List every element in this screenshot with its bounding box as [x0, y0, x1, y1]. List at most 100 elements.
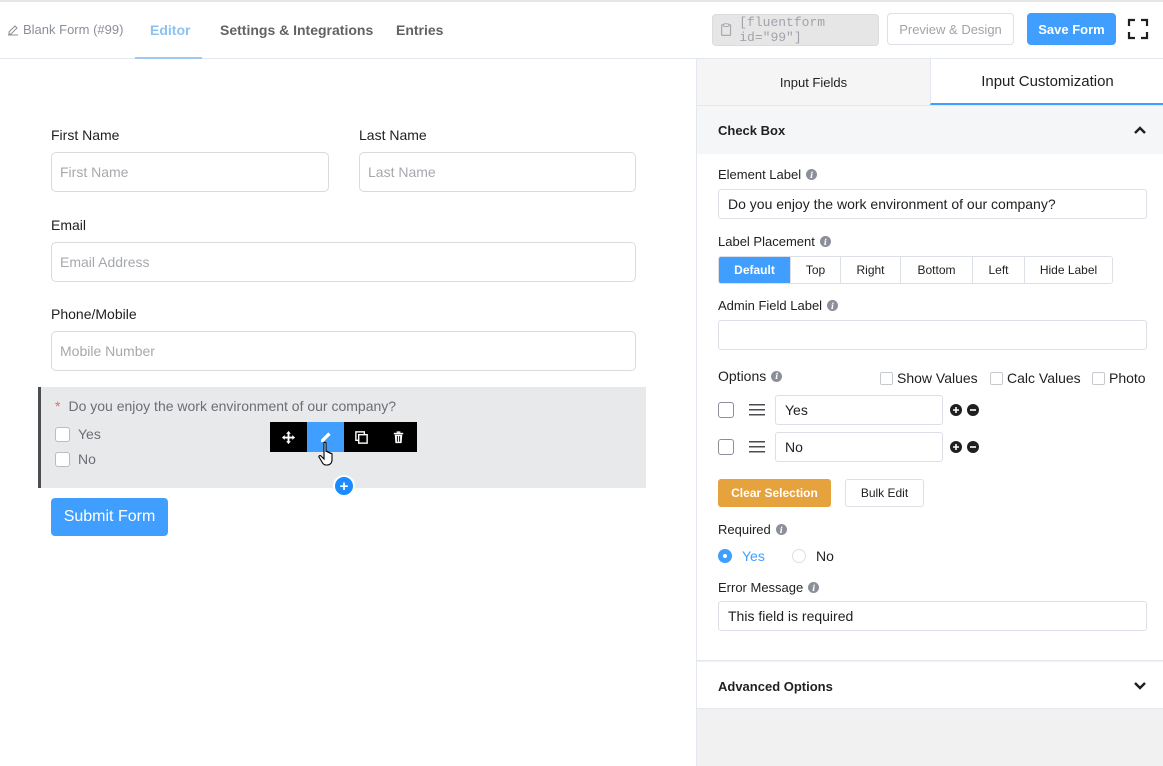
placement-bottom[interactable]: Bottom [901, 257, 973, 283]
delete-button[interactable] [380, 422, 417, 452]
admin-field-label-input[interactable] [718, 320, 1147, 350]
element-label-text: Element Label [718, 167, 802, 182]
label-placement-text: Label Placement [718, 234, 815, 249]
photo-toggle[interactable]: Photo [1092, 370, 1146, 386]
first-name-input[interactable]: First Name [51, 152, 329, 192]
checkbox[interactable] [1092, 371, 1105, 385]
radio-button[interactable] [718, 549, 732, 563]
hand-cursor-icon [318, 441, 333, 466]
chevron-down-icon[interactable] [1133, 679, 1147, 693]
checkbox-question-text: Do you enjoy the work environment of our… [68, 398, 397, 414]
phone-label: Phone/Mobile [51, 306, 137, 322]
element-label-input[interactable]: Do you enjoy the work environment of our… [718, 189, 1147, 219]
remove-option-icon[interactable] [967, 404, 979, 416]
first-name-label: First Name [51, 127, 120, 143]
add-option-icon[interactable] [950, 404, 962, 416]
bulk-edit-button[interactable]: Bulk Edit [845, 479, 924, 507]
copy-icon [355, 430, 369, 444]
email-label: Email [51, 217, 87, 233]
option-row: Yes [718, 395, 988, 425]
show-values-toggle[interactable]: Show Values [880, 370, 978, 386]
info-icon[interactable]: i [808, 582, 820, 593]
required-yes-radio[interactable]: Yes [718, 548, 765, 564]
section-title: Check Box [718, 123, 786, 138]
add-field-button[interactable]: + [333, 475, 355, 497]
info-icon[interactable]: i [771, 370, 783, 382]
checkbox-settings-section: Check Box Element Label i Do you enjoy t… [697, 106, 1163, 661]
advanced-options-section[interactable]: Advanced Options [697, 662, 1163, 709]
checkbox[interactable] [55, 426, 70, 442]
tab-input-fields[interactable]: Input Fields [697, 59, 930, 105]
preview-design-button[interactable]: Preview & Design [887, 13, 1014, 45]
placement-right[interactable]: Right [841, 257, 901, 283]
last-name-input[interactable]: Last Name [359, 152, 636, 192]
tab-settings-integrations[interactable]: Settings & Integrations [220, 22, 373, 38]
error-message-label: Error Message i [718, 580, 820, 595]
error-message-input[interactable]: This field is required [718, 601, 1147, 631]
trash-icon [393, 430, 404, 443]
option-value-input[interactable]: Yes [775, 395, 943, 425]
drag-handle-icon[interactable] [749, 440, 765, 454]
options-label: Options i [718, 368, 783, 384]
required-label: Required i [718, 522, 787, 537]
required-no-radio[interactable]: No [792, 548, 834, 564]
checkbox[interactable] [880, 371, 893, 385]
info-icon[interactable]: i [775, 524, 787, 535]
default-select-checkbox[interactable] [718, 402, 734, 418]
field-toolbar [270, 422, 417, 452]
admin-field-label-text: Admin Field Label [718, 298, 823, 313]
placement-hide-label[interactable]: Hide Label [1025, 257, 1112, 283]
fullscreen-icon[interactable] [1127, 18, 1149, 40]
info-icon[interactable]: i [819, 236, 831, 247]
tab-input-customization[interactable]: Input Customization [930, 59, 1163, 105]
checkbox-option-label: Yes [78, 426, 101, 442]
default-select-checkbox[interactable] [718, 439, 734, 455]
shortcode-text: [fluentform id="99"] [739, 15, 826, 45]
radio-button[interactable] [792, 549, 806, 563]
form-name[interactable]: Blank Form (#99) [7, 22, 123, 37]
checkbox-option-yes[interactable]: Yes [55, 426, 101, 442]
advanced-options-title: Advanced Options [718, 679, 833, 694]
phone-input[interactable]: Mobile Number [51, 331, 636, 371]
clipboard-icon [721, 23, 732, 36]
placement-top[interactable]: Top [791, 257, 841, 283]
tab-editor[interactable]: Editor [150, 22, 190, 38]
info-icon[interactable]: i [827, 300, 839, 311]
required-asterisk: * [55, 398, 61, 414]
checkbox-option-no[interactable]: No [55, 451, 96, 467]
last-name-label: Last Name [359, 127, 427, 143]
shortcode-copy[interactable]: [fluentform id="99"] [712, 14, 879, 46]
section-header[interactable]: Check Box [697, 106, 1163, 154]
clear-selection-button[interactable]: Clear Selection [718, 479, 831, 507]
checkbox[interactable] [990, 371, 1003, 385]
checkbox[interactable] [55, 451, 70, 467]
edit-pencil-icon [8, 24, 18, 35]
chevron-up-icon[interactable] [1133, 123, 1147, 137]
admin-field-label-label: Admin Field Label i [718, 298, 839, 313]
tab-entries[interactable]: Entries [396, 22, 443, 38]
error-message-text: Error Message [718, 580, 804, 595]
checkbox-option-label: No [78, 451, 96, 467]
radio-label: No [816, 548, 834, 564]
info-icon[interactable]: i [806, 169, 818, 180]
checkbox-question: * Do you enjoy the work environment of ou… [55, 398, 396, 414]
drag-handle-icon[interactable] [749, 403, 765, 417]
email-input[interactable]: Email Address [51, 242, 636, 282]
placement-default[interactable]: Default [719, 257, 791, 283]
calc-values-toggle[interactable]: Calc Values [990, 370, 1081, 386]
option-value-input[interactable]: No [775, 432, 943, 462]
form-name-text: Blank Form (#99) [23, 22, 124, 37]
move-button[interactable] [270, 422, 307, 452]
placement-left[interactable]: Left [973, 257, 1025, 283]
option-row: No [718, 432, 988, 462]
element-label-label: Element Label i [718, 167, 818, 182]
submit-form-button[interactable]: Submit Form [51, 498, 168, 536]
required-label-text: Required [718, 522, 771, 537]
options-label-text: Options [718, 368, 767, 384]
move-arrows-icon [281, 430, 295, 444]
add-option-icon[interactable] [950, 441, 962, 453]
save-form-button[interactable]: Save Form [1027, 13, 1116, 45]
label-placement-label: Label Placement i [718, 234, 831, 249]
duplicate-button[interactable] [344, 422, 381, 452]
remove-option-icon[interactable] [967, 441, 979, 453]
